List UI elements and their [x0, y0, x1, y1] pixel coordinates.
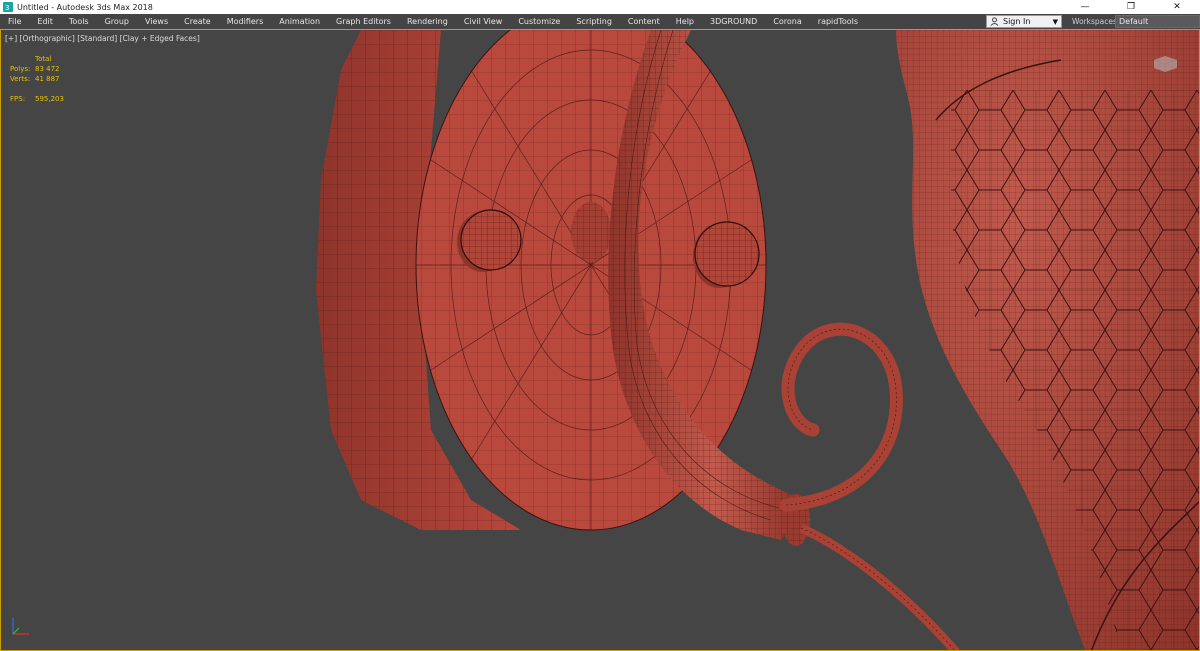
verts-label: Verts:: [10, 75, 31, 83]
sign-in-dropdown[interactable]: Sign In ▼: [986, 15, 1062, 28]
workspaces-select[interactable]: Default: [1115, 15, 1200, 28]
menu-bar: File Edit Tools Group Views Create Modif…: [0, 14, 1200, 29]
menu-rendering[interactable]: Rendering: [399, 14, 456, 29]
close-button[interactable]: ✕: [1154, 0, 1200, 14]
polys-label: Polys:: [10, 65, 31, 73]
viewport-pov-menu[interactable]: [Orthographic]: [20, 34, 75, 43]
menu-3dground[interactable]: 3DGROUND: [702, 14, 765, 29]
menu-tools[interactable]: Tools: [61, 14, 97, 29]
menu-graph-editors[interactable]: Graph Editors: [328, 14, 399, 29]
viewport-plus-menu[interactable]: [+]: [5, 34, 17, 43]
restore-button[interactable]: ❐: [1108, 0, 1154, 14]
workspaces-label: Workspaces:: [1072, 17, 1120, 26]
fps-label: FPS:: [10, 95, 26, 103]
menu-scripting[interactable]: Scripting: [568, 14, 620, 29]
screw-center: [571, 202, 611, 262]
sign-in-label: Sign In: [1003, 17, 1031, 26]
menu-edit[interactable]: Edit: [29, 14, 61, 29]
menu-modifiers[interactable]: Modifiers: [219, 14, 272, 29]
window-title: Untitled - Autodesk 3ds Max 2018: [17, 2, 153, 12]
menu-create[interactable]: Create: [176, 14, 219, 29]
viewport-statistics: Total Polys: 83 472 Verts: 41 887 FPS: 595,…: [10, 54, 64, 104]
menu-rapidtools[interactable]: rapidTools: [810, 14, 866, 29]
menu-corona[interactable]: Corona: [765, 14, 809, 29]
vase-body: [896, 30, 1199, 650]
viewport-scene: [316, 30, 1199, 650]
menu-file[interactable]: File: [0, 14, 29, 29]
menu-views[interactable]: Views: [137, 14, 176, 29]
window-controls: — ❐ ✕: [1062, 0, 1200, 14]
viewport-label: [+] [Orthographic] [Standard] [Clay + Ed…: [5, 34, 200, 43]
axis-tripod-icon: [12, 618, 29, 635]
menu-content[interactable]: Content: [620, 14, 668, 29]
screw-left: [457, 209, 522, 272]
menu-help[interactable]: Help: [668, 14, 702, 29]
menu-civil-view[interactable]: Civil View: [456, 14, 511, 29]
menu-customize[interactable]: Customize: [510, 14, 568, 29]
caret-down-icon: ▼: [1052, 17, 1058, 26]
fps-value: 595,203: [35, 95, 64, 103]
polys-value: 83 472: [35, 65, 60, 73]
viewcube-icon[interactable]: [1151, 52, 1179, 74]
viewport-shading-menu[interactable]: [Clay + Edged Faces]: [120, 34, 200, 43]
svg-text:3: 3: [5, 4, 9, 12]
stats-header: Total: [35, 55, 52, 63]
menu-animation[interactable]: Animation: [271, 14, 328, 29]
viewport-orthographic[interactable]: [+] [Orthographic] [Standard] [Clay + Ed…: [0, 29, 1200, 651]
minimize-button[interactable]: —: [1062, 0, 1108, 14]
3dsmax-app-icon[interactable]: 3: [3, 2, 13, 12]
title-bar: 3 Untitled - Autodesk 3ds Max 2018 — ❐ ✕: [0, 0, 1200, 14]
user-icon: [990, 17, 999, 26]
viewport-shading-mode-menu[interactable]: [Standard]: [77, 34, 117, 43]
menu-group[interactable]: Group: [97, 14, 137, 29]
verts-value: 41 887: [35, 75, 60, 83]
spiral-hook: [779, 322, 903, 512]
